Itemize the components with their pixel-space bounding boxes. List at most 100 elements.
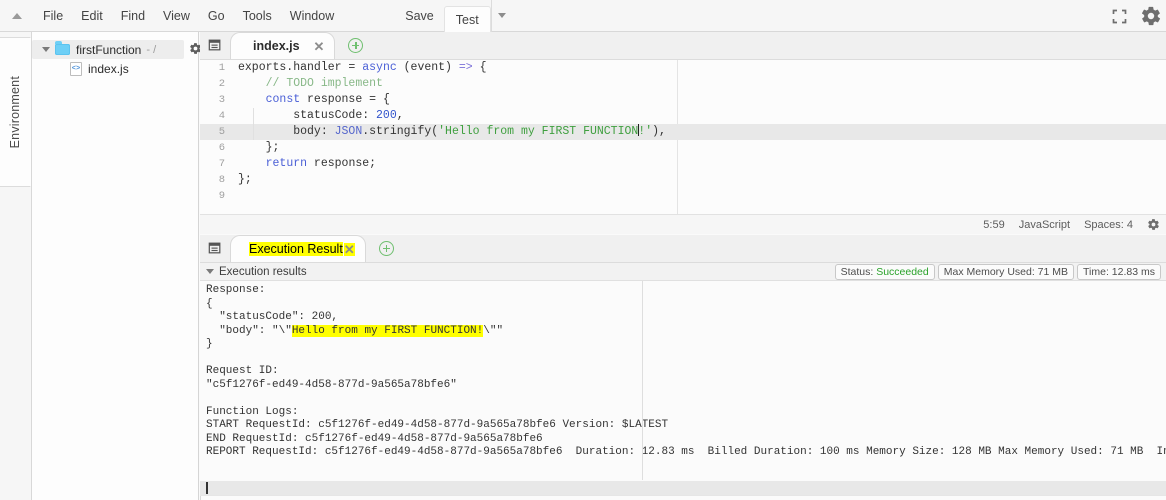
- code-line[interactable]: 2 // TODO implement: [200, 76, 1166, 92]
- log-line: Response:: [200, 284, 1166, 298]
- code-line[interactable]: 6 };: [200, 140, 1166, 156]
- code-text: [232, 188, 238, 204]
- menu-bar: FileEditFindViewGoToolsWindow Save Test: [0, 0, 1166, 32]
- code-token: =>: [459, 61, 473, 74]
- code-token: };: [238, 141, 279, 154]
- menu-item-tools[interactable]: Tools: [234, 0, 281, 32]
- tree-folder-firstfunction[interactable]: firstFunction - /: [32, 40, 184, 59]
- code-token: ,: [397, 109, 404, 122]
- menu-item-file[interactable]: File: [34, 0, 72, 32]
- panel-menu-icon: [208, 38, 222, 52]
- code-line[interactable]: 8};: [200, 172, 1166, 188]
- js-file-icon: <>: [70, 62, 82, 76]
- code-token: response = {: [300, 93, 390, 106]
- console-panel-menu-button[interactable]: [200, 234, 230, 262]
- caret-down-icon[interactable]: [206, 269, 214, 274]
- panel-menu-icon: [208, 241, 222, 255]
- code-token: 200: [376, 109, 397, 122]
- code-line[interactable]: 9: [200, 188, 1166, 204]
- log-highlighted-text: Hello from my FIRST FUNCTION!: [292, 325, 483, 337]
- menu-item-find[interactable]: Find: [112, 0, 154, 32]
- environment-rail: Environment: [0, 32, 32, 500]
- close-icon[interactable]: ✕: [344, 243, 355, 256]
- menu-item-edit[interactable]: Edit: [72, 0, 112, 32]
- code-token: 'Hello from my FIRST FUNCTION: [438, 125, 638, 138]
- execution-result-panel: Execution Result ✕ Execution results Sta…: [200, 235, 1166, 500]
- settings-button[interactable]: [1140, 5, 1162, 27]
- code-line[interactable]: 1exports.handler = async (event) => {: [200, 60, 1166, 76]
- code-text: };: [232, 172, 252, 188]
- tree-file-indexjs[interactable]: <> index.js: [32, 59, 198, 78]
- code-line[interactable]: 7 return response;: [200, 156, 1166, 172]
- code-token: [238, 93, 266, 106]
- code-text: body: JSON.stringify('Hello from my FIRS…: [232, 124, 666, 140]
- code-text: // TODO implement: [232, 76, 383, 92]
- code-token: response;: [307, 157, 376, 170]
- collapse-menubar-button[interactable]: [0, 0, 34, 32]
- plus-circle-icon[interactable]: [348, 38, 363, 53]
- code-token: !': [638, 125, 652, 138]
- ide-window: FileEditFindViewGoToolsWindow Save Test: [0, 0, 1166, 500]
- code-token: async: [362, 61, 397, 74]
- log-line: "body": "\"Hello from my FIRST FUNCTION!…: [200, 325, 1166, 339]
- line-number: 3: [200, 92, 232, 108]
- menu-item-go[interactable]: Go: [199, 0, 234, 32]
- triangle-up-icon: [12, 13, 22, 19]
- code-token: ),: [652, 125, 666, 138]
- console-tab-execution-result[interactable]: Execution Result ✕: [230, 235, 366, 262]
- code-line[interactable]: 5 body: JSON.stringify('Hello from my FI…: [200, 124, 1166, 140]
- code-text: statusCode: 200,: [232, 108, 404, 124]
- fullscreen-button[interactable]: [1111, 8, 1128, 25]
- code-line[interactable]: 3 const response = {: [200, 92, 1166, 108]
- code-token: return: [266, 157, 307, 170]
- test-dropdown-button[interactable]: [491, 0, 513, 32]
- execution-output[interactable]: Response:{ "statusCode": 200, "body": "\…: [200, 281, 1166, 500]
- console-vertical-ruler: [642, 281, 643, 480]
- triangle-down-icon[interactable]: [42, 47, 50, 52]
- language-mode-label[interactable]: JavaScript: [1019, 219, 1070, 231]
- save-button[interactable]: Save: [395, 0, 444, 32]
- menu-item-window[interactable]: Window: [281, 0, 343, 32]
- log-line: REPORT RequestId: c5f1276f-ed49-4d58-877…: [200, 446, 1166, 460]
- code-lines: 1exports.handler = async (event) => {2 /…: [200, 60, 1166, 204]
- execution-results-header[interactable]: Execution results Status: SucceededMax M…: [200, 263, 1166, 281]
- indent-guide: [253, 124, 254, 140]
- line-number: 9: [200, 188, 232, 204]
- code-token: exports.handler =: [238, 61, 362, 74]
- editor-tab-indexjs[interactable]: index.js ✕: [230, 32, 335, 59]
- log-line: END RequestId: c5f1276f-ed49-4d58-877d-9…: [200, 433, 1166, 447]
- code-token: [238, 157, 266, 170]
- log-line: "c5f1276f-ed49-4d58-877d-9a565a78bfe6": [200, 379, 1166, 393]
- gear-icon[interactable]: [1147, 218, 1160, 231]
- folder-icon: [55, 44, 70, 55]
- indent-setting-label[interactable]: Spaces: 4: [1084, 219, 1133, 231]
- log-lines: Response:{ "statusCode": 200, "body": "\…: [200, 284, 1166, 460]
- code-line[interactable]: 4 statusCode: 200,: [200, 108, 1166, 124]
- tree-file-label: index.js: [88, 62, 129, 76]
- line-number: 4: [200, 108, 232, 124]
- tree-folder-label: firstFunction: [76, 43, 141, 57]
- execution-results-label: Execution results: [219, 266, 307, 278]
- status-badge: Time: 12.83 ms: [1077, 264, 1161, 280]
- environment-tab[interactable]: Environment: [0, 37, 31, 187]
- code-token: const: [266, 93, 301, 106]
- code-token: JSON: [335, 125, 363, 138]
- log-line: START RequestId: c5f1276f-ed49-4d58-877d…: [200, 419, 1166, 433]
- plus-circle-icon[interactable]: [379, 241, 394, 256]
- log-text: \"": [483, 325, 503, 337]
- line-number: 1: [200, 60, 232, 76]
- editor-panel-menu-button[interactable]: [200, 31, 230, 59]
- editor-status-bar: 5:59 JavaScript Spaces: 4: [200, 214, 1166, 234]
- menubar-actions: Save Test: [395, 0, 512, 32]
- line-number: 6: [200, 140, 232, 156]
- log-line: "statusCode": 200,: [200, 311, 1166, 325]
- line-number: 7: [200, 156, 232, 172]
- close-icon[interactable]: ✕: [314, 40, 325, 53]
- code-text: const response = {: [232, 92, 390, 108]
- cursor-position-label[interactable]: 5:59: [983, 219, 1004, 231]
- code-area[interactable]: 1exports.handler = async (event) => {2 /…: [200, 60, 1166, 215]
- menu-item-view[interactable]: View: [154, 0, 199, 32]
- log-line: [200, 352, 1166, 366]
- test-button[interactable]: Test: [444, 6, 491, 32]
- status-badge: Max Memory Used: 71 MB: [938, 264, 1074, 280]
